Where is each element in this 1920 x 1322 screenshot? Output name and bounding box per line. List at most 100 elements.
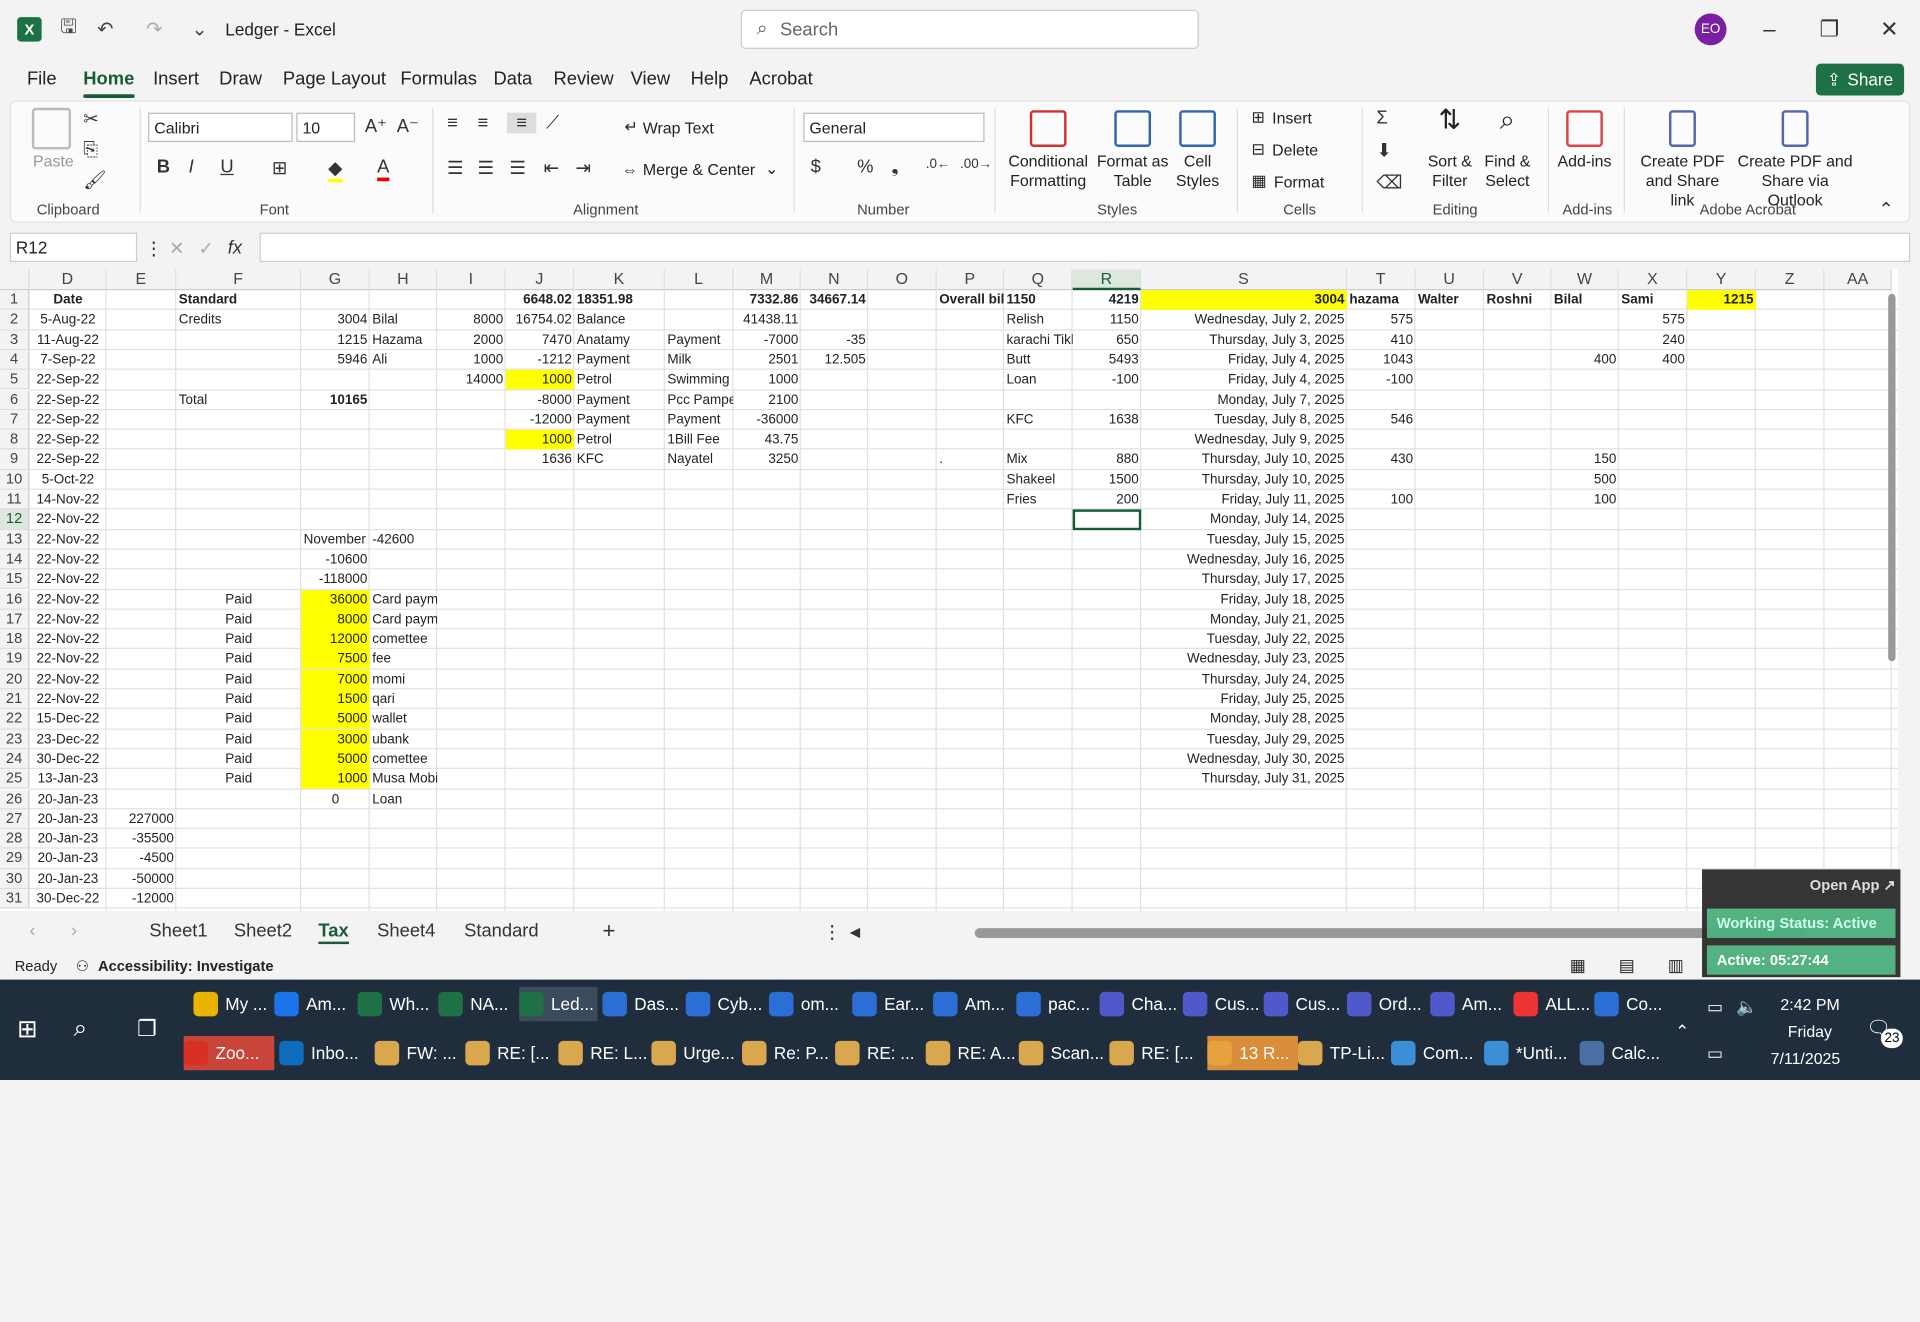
cell-E31[interactable]: -12000 — [107, 889, 177, 909]
cell-P9[interactable]: . — [937, 450, 1004, 470]
row-header[interactable]: 15 — [0, 569, 30, 590]
merge-center-button[interactable]: ⇔ Merge & Center ⌄ — [622, 159, 778, 179]
tab-home[interactable]: Home — [83, 69, 134, 98]
align-left-icon[interactable]: ☰ — [447, 157, 463, 179]
cell-S15[interactable]: Thursday, July 17, 2025 — [1141, 570, 1347, 590]
cell-J1[interactable]: 6648.02 — [506, 290, 575, 310]
taskbar-app[interactable]: *Unti... — [1484, 1036, 1575, 1070]
column-header[interactable]: AA — [1824, 269, 1892, 291]
taskbar-app[interactable]: Scan... — [1018, 1036, 1110, 1070]
cell-H22[interactable]: wallet — [370, 709, 437, 729]
cell-Q1[interactable]: 1150 — [1004, 290, 1073, 310]
sheet-tab[interactable]: Standard — [464, 921, 539, 942]
taskbar-app[interactable]: My ... — [193, 987, 271, 1021]
taskbar-app[interactable]: Am... — [1430, 987, 1508, 1021]
cell-H3[interactable]: Hazama — [370, 330, 437, 350]
cell-F19[interactable]: Paid — [176, 649, 301, 669]
row-header[interactable]: 24 — [0, 749, 30, 770]
paste-icon[interactable] — [31, 107, 72, 150]
tab-formulas[interactable]: Formulas — [400, 69, 477, 90]
sheet-tab[interactable]: Sheet4 — [377, 921, 435, 942]
cell-H19[interactable]: fee — [370, 649, 437, 669]
cell-N1[interactable]: 34667.14 — [801, 290, 868, 310]
column-header[interactable]: N — [800, 269, 869, 291]
format-painter-icon[interactable]: 🖌 — [83, 169, 106, 191]
undo-icon[interactable]: ↶ — [93, 17, 117, 41]
cell-D30[interactable]: 20-Jan-23 — [29, 869, 106, 889]
insert-cells-button[interactable]: ⊞ Insert — [1251, 108, 1312, 128]
row-header[interactable]: 1 — [0, 290, 30, 311]
cell-V1[interactable]: Roshni — [1484, 290, 1551, 310]
column-header[interactable]: T — [1346, 269, 1416, 291]
cell-H16[interactable]: Card payment — [370, 590, 437, 610]
select-all-corner[interactable] — [0, 269, 30, 291]
volume-icon[interactable]: 🔈 — [1736, 989, 1757, 1023]
taskbar-app[interactable]: Cus... — [1263, 987, 1342, 1021]
cell-M2[interactable]: 41438.11 — [733, 310, 800, 330]
close-icon[interactable]: ✕ — [1875, 15, 1904, 44]
cell-R1[interactable]: 4219 — [1073, 290, 1142, 310]
column-header[interactable]: P — [936, 269, 1005, 291]
cell-X4[interactable]: 400 — [1619, 350, 1688, 370]
fill-icon[interactable]: ⬇ — [1376, 140, 1391, 162]
column-header[interactable]: W — [1551, 269, 1619, 291]
cell-G2[interactable]: 3004 — [301, 310, 370, 330]
cell-D25[interactable]: 13-Jan-23 — [29, 769, 106, 789]
cell-Y1[interactable]: 1215 — [1687, 290, 1756, 310]
cell-T11[interactable]: 100 — [1347, 490, 1416, 510]
cell-D17[interactable]: 22-Nov-22 — [29, 610, 106, 630]
align-center-icon[interactable]: ☰ — [478, 157, 494, 179]
cell-G6[interactable]: 10165 — [301, 390, 370, 410]
cell-G17[interactable]: 8000 — [301, 609, 370, 630]
cell-Q2[interactable]: Relish — [1004, 310, 1073, 330]
page-layout-view-icon[interactable]: ▤ — [1619, 955, 1635, 976]
cell-E29[interactable]: -4500 — [107, 849, 177, 869]
cell-L5[interactable]: Swimming — [665, 370, 734, 390]
cell-J8[interactable]: 1000 — [505, 429, 575, 450]
autosum-icon[interactable]: Σ — [1376, 108, 1387, 129]
tab-insert[interactable]: Insert — [153, 69, 199, 90]
wrap-text-button[interactable]: ↵ Wrap Text — [624, 118, 713, 138]
cell-D13[interactable]: 22-Nov-22 — [29, 530, 106, 550]
cell-D24[interactable]: 30-Dec-22 — [29, 749, 106, 769]
cell-Q9[interactable]: Mix — [1004, 450, 1073, 470]
cell-I4[interactable]: 1000 — [437, 350, 506, 370]
cancel-icon[interactable]: ✕ — [169, 238, 184, 260]
row-header[interactable]: 8 — [0, 429, 30, 450]
cell-S3[interactable]: Thursday, July 3, 2025 — [1141, 330, 1347, 350]
cell-J4[interactable]: -1212 — [506, 350, 575, 370]
cell-W1[interactable]: Bilal — [1551, 290, 1618, 310]
format-cells-button[interactable]: ▦ Format — [1251, 171, 1324, 191]
tray-chevron-icon[interactable]: ⌃ — [1675, 1014, 1689, 1048]
taskbar-app[interactable]: Co... — [1594, 987, 1672, 1021]
cell-D2[interactable]: 5-Aug-22 — [29, 310, 106, 330]
cell-T5[interactable]: -100 — [1347, 370, 1416, 390]
tab-help[interactable]: Help — [691, 69, 729, 90]
conditional-formatting-button[interactable]: Conditional Formatting — [1004, 110, 1092, 191]
cell-H17[interactable]: Card payment 2 — [370, 610, 437, 630]
decrease-decimal-icon[interactable]: .00→ — [960, 157, 992, 172]
cell-S19[interactable]: Wednesday, July 23, 2025 — [1141, 649, 1347, 669]
cell-M3[interactable]: -7000 — [733, 330, 800, 350]
sort-filter-button[interactable]: ⇅ Sort & Filter — [1423, 106, 1477, 191]
cell-R9[interactable]: 880 — [1073, 450, 1142, 470]
cell-X1[interactable]: Sami — [1619, 290, 1688, 310]
cell-H24[interactable]: comettee — [370, 749, 437, 769]
row-header[interactable]: 20 — [0, 669, 30, 690]
column-header[interactable]: D — [29, 269, 107, 291]
cell-F16[interactable]: Paid — [176, 590, 301, 610]
vertical-scrollbar[interactable] — [1888, 293, 1896, 662]
orientation-icon[interactable]: ⟋ — [546, 113, 559, 134]
cell-S22[interactable]: Monday, July 28, 2025 — [1141, 709, 1347, 729]
cell-T4[interactable]: 1043 — [1347, 350, 1416, 370]
sheet-tab[interactable]: Sheet2 — [234, 921, 292, 942]
cell-H18[interactable]: comettee — [370, 630, 437, 650]
cell-D6[interactable]: 22-Sep-22 — [29, 390, 106, 410]
cell-U1[interactable]: Walter — [1416, 290, 1485, 310]
column-header[interactable]: E — [106, 269, 177, 291]
cell-K3[interactable]: Anatamy — [574, 330, 665, 350]
create-pdf-share-button[interactable]: Create PDF and Share link — [1633, 110, 1731, 210]
cell-L9[interactable]: Nayatel — [665, 450, 734, 470]
cell-D12[interactable]: 22-Nov-22 — [29, 510, 106, 530]
cell-D21[interactable]: 22-Nov-22 — [29, 689, 106, 709]
